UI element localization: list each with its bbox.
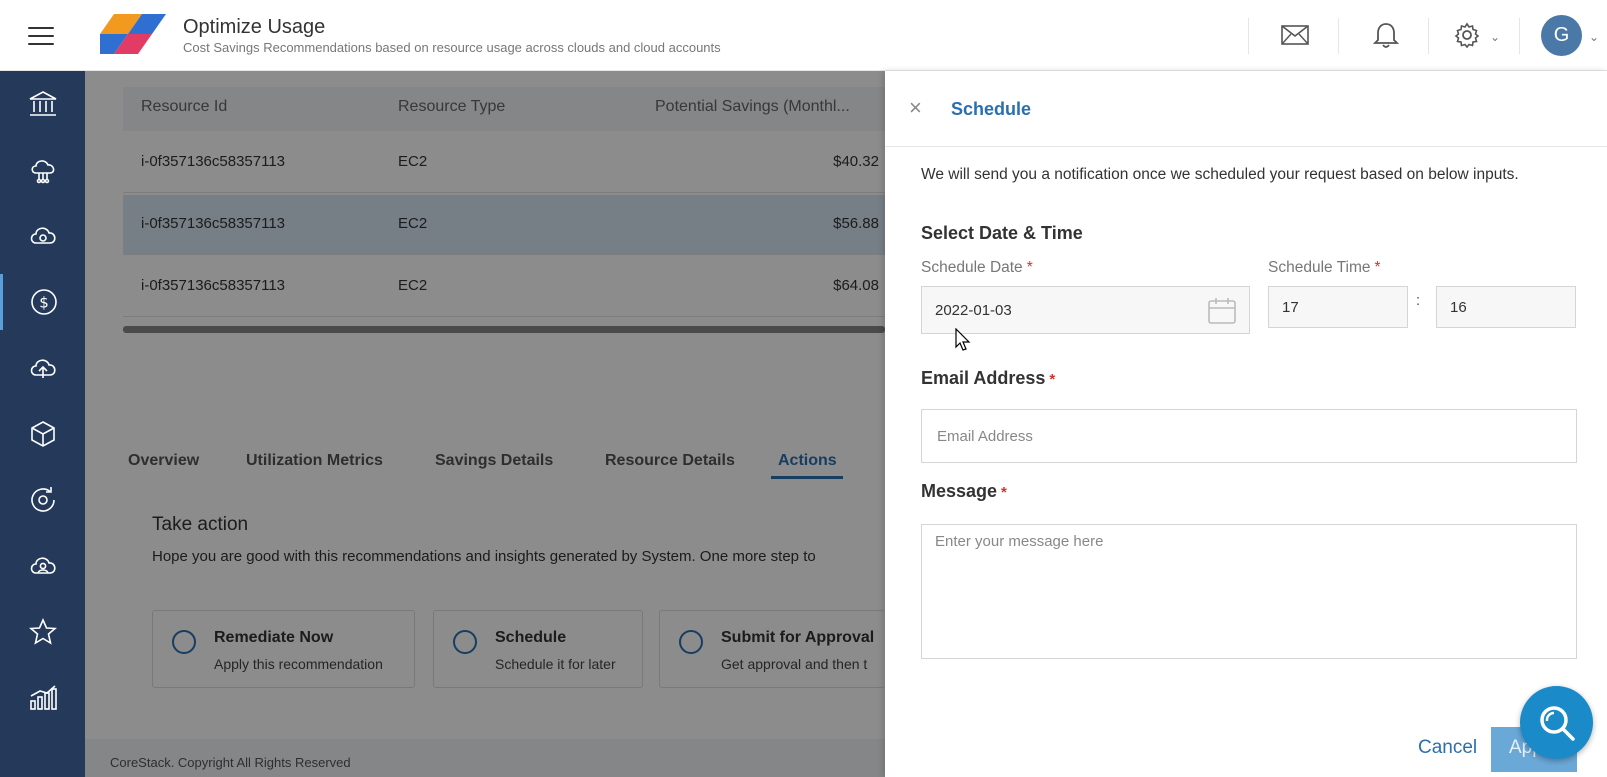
mail-icon[interactable]: [1278, 18, 1312, 52]
message-textarea[interactable]: Enter your message here: [921, 524, 1577, 659]
page-subtitle: Cost Savings Recommendations based on re…: [183, 40, 721, 55]
corestack-logo: [100, 14, 166, 54]
star-icon[interactable]: [0, 604, 85, 660]
header-divider: [1248, 18, 1249, 54]
dollar-icon[interactable]: $: [0, 274, 85, 330]
header-divider: [1428, 18, 1429, 54]
required-marker: *: [1374, 259, 1381, 276]
calendar-icon[interactable]: [1207, 297, 1237, 325]
gear-icon[interactable]: [1450, 18, 1484, 52]
message-label: Message *: [921, 481, 1007, 502]
cloud-network-icon[interactable]: [0, 142, 85, 198]
mouse-cursor-icon: [955, 328, 971, 351]
schedule-date-input[interactable]: 2022-01-03: [921, 286, 1250, 334]
cloud-upload-icon[interactable]: [0, 340, 85, 396]
schedule-hour-input[interactable]: 17: [1268, 286, 1408, 328]
search-fab-button[interactable]: [1520, 686, 1593, 759]
refresh-gear-icon[interactable]: [0, 472, 85, 528]
svg-text:$: $: [39, 294, 49, 312]
schedule-notice: We will send you a notification once we …: [921, 166, 1519, 183]
cloud-user-icon[interactable]: [0, 538, 85, 594]
email-label: Email Address *: [921, 368, 1055, 389]
section-title: Select Date & Time: [921, 223, 1083, 243]
required-marker: *: [1049, 371, 1056, 388]
required-marker: *: [1001, 484, 1007, 501]
email-field[interactable]: Email Address: [921, 409, 1577, 463]
schedule-drawer: × Schedule We will send you a notificati…: [885, 71, 1607, 777]
schedule-time-label-text: Schedule Time: [1268, 259, 1371, 276]
bank-icon[interactable]: [0, 76, 85, 132]
cube-icon[interactable]: [0, 406, 85, 462]
email-placeholder: Email Address: [937, 428, 1033, 445]
avatar[interactable]: G: [1541, 15, 1582, 56]
chevron-down-icon[interactable]: ⌄: [1490, 30, 1500, 44]
schedule-minute-input[interactable]: 16: [1436, 286, 1576, 328]
schedule-date-label: Schedule Date *: [921, 259, 1033, 277]
bar-chart-icon[interactable]: [0, 670, 85, 726]
email-label-text: Email Address: [921, 368, 1046, 388]
message-label-text: Message: [921, 481, 998, 501]
bell-icon[interactable]: [1369, 18, 1403, 52]
schedule-date-value: 2022-01-03: [935, 302, 1012, 319]
chevron-down-icon[interactable]: ⌄: [1589, 30, 1599, 44]
time-separator: :: [1416, 292, 1421, 309]
cloud-gear-icon[interactable]: [0, 208, 85, 264]
search-icon: [1539, 705, 1575, 741]
top-header: Optimize Usage Cost Savings Recommendati…: [0, 0, 1607, 71]
hamburger-icon[interactable]: [28, 27, 54, 45]
modal-backdrop[interactable]: [85, 71, 885, 777]
header-divider: [1519, 18, 1520, 54]
cancel-button[interactable]: Cancel: [1418, 737, 1477, 759]
drawer-title: Schedule: [951, 99, 1032, 119]
message-placeholder: Enter your message here: [935, 533, 1104, 550]
schedule-hour-value: 17: [1282, 299, 1299, 316]
header-divider: [1338, 18, 1339, 54]
schedule-time-label: Schedule Time *: [1268, 259, 1381, 277]
left-sidebar: $: [0, 71, 85, 777]
schedule-minute-value: 16: [1450, 299, 1467, 316]
page-title: Optimize Usage: [183, 16, 326, 38]
required-marker: *: [1026, 259, 1033, 276]
drawer-header: × Schedule: [885, 71, 1607, 147]
close-icon[interactable]: ×: [909, 97, 922, 119]
schedule-date-label-text: Schedule Date: [921, 259, 1023, 276]
